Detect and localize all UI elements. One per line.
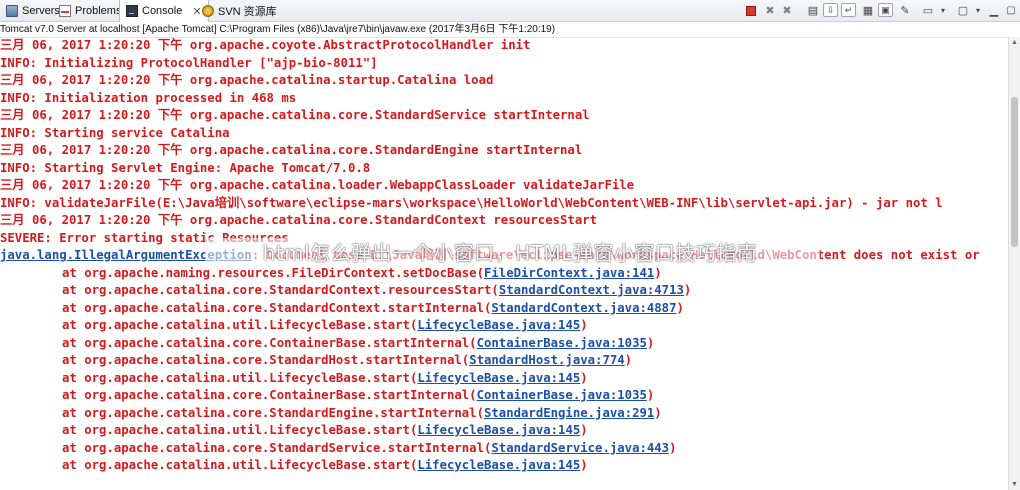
console-line: 三月 06, 2017 1:20:20 下午 org.apache.catali… xyxy=(0,108,590,122)
servers-icon xyxy=(6,4,18,17)
stack-frame: at org.apache.catalina.core.StandardCont… xyxy=(62,283,692,297)
clear-console-button[interactable]: ▤ xyxy=(805,3,821,18)
remove-all-icon: ✖ xyxy=(782,5,792,17)
minimize-button[interactable]: ▁ xyxy=(986,3,1002,18)
stop-icon xyxy=(746,5,756,16)
source-link[interactable]: StandardService.java:443 xyxy=(491,441,669,455)
stack-frame: at org.apache.catalina.core.ContainerBas… xyxy=(62,388,655,402)
scrollbar-thumb[interactable] xyxy=(1011,97,1018,247)
new-console-icon: ▢ xyxy=(957,5,969,17)
open-console-dropdown[interactable]: ▾ xyxy=(970,3,986,18)
word-wrap-button[interactable]: ↵ xyxy=(841,3,856,17)
tab-problems-label: Problems xyxy=(75,4,122,17)
console-stderr-icon: ▣ xyxy=(881,4,890,15)
stack-frame: at org.apache.catalina.util.LifecycleBas… xyxy=(62,423,588,437)
stack-frame-text: at org.apache.catalina.core.ContainerBas… xyxy=(62,335,477,350)
source-link[interactable]: LifecycleBase.java:145 xyxy=(417,371,580,385)
console-line: INFO: Starting service Catalina xyxy=(0,125,230,140)
tab-svn[interactable]: SVN 资源库 xyxy=(196,0,283,21)
stack-frame: at org.apache.catalina.util.LifecycleBas… xyxy=(62,370,588,385)
stack-frame: at org.apache.catalina.util.LifecycleBas… xyxy=(62,458,588,472)
console-description: Tomcat v7.0 Server at localhost [Apache … xyxy=(0,22,1020,38)
console-line: 三月 06, 2017 1:20:20 下午 org.apache.coyote… xyxy=(0,38,531,52)
source-link[interactable]: ContainerBase.java:1035 xyxy=(477,388,647,402)
remove-all-terminated-button[interactable]: ✖ xyxy=(779,3,795,18)
stack-frame: at org.apache.catalina.core.StandardCont… xyxy=(62,300,684,315)
tab-console-label: Console xyxy=(142,5,183,17)
remove-icon: ✖ xyxy=(765,5,775,17)
pin-icon: ✎ xyxy=(900,5,910,17)
svn-icon xyxy=(202,4,214,17)
stack-frame: at org.apache.catalina.core.StandardServ… xyxy=(62,440,677,455)
source-link[interactable]: LifecycleBase.java:145 xyxy=(417,423,580,437)
console-icon xyxy=(126,5,138,17)
console-view-toolbar: Servers Problems Console ✕ SVN 资源库 ✖ ✖ ▤… xyxy=(0,0,1020,22)
stack-frame-text: at org.apache.catalina.core.ContainerBas… xyxy=(62,388,477,402)
minimize-icon: ▁ xyxy=(989,5,999,17)
stack-frame-text: at org.apache.catalina.core.StandardHost… xyxy=(62,353,470,367)
console-line: 三月 06, 2017 1:20:20 下午 org.apache.catali… xyxy=(0,143,583,157)
stack-frame: at org.apache.catalina.core.StandardEngi… xyxy=(62,405,662,420)
clear-icon: ▤ xyxy=(807,5,819,17)
source-link[interactable]: LifecycleBase.java:145 xyxy=(417,318,580,332)
tab-problems[interactable]: Problems xyxy=(53,0,127,21)
pin-console-button[interactable]: ✎ xyxy=(897,3,913,18)
source-link[interactable]: LifecycleBase.java:145 xyxy=(417,458,580,472)
console-line: INFO: validateJarFile(E:\Java培训\software… xyxy=(0,195,943,210)
source-link[interactable]: StandardHost.java:774 xyxy=(469,353,624,367)
console-line: INFO: Initializing ProtocolHandler ["ajp… xyxy=(0,55,378,70)
problems-icon xyxy=(59,4,71,17)
show-on-stdout-button[interactable]: ▦ xyxy=(860,3,876,18)
chevron-down-icon: ▾ xyxy=(940,6,945,15)
stack-frame: at org.apache.catalina.core.ContainerBas… xyxy=(62,335,655,350)
maximize-icon: ▢ xyxy=(1006,5,1016,16)
console-line: 三月 06, 2017 1:20:20 下午 org.apache.catali… xyxy=(0,73,494,87)
show-on-stderr-button[interactable]: ▣ xyxy=(878,3,893,17)
console-line: INFO: Initialization processed in 468 ms xyxy=(0,90,297,105)
display-selected-console-button[interactable]: ▭ xyxy=(920,3,936,18)
console-scrollbar[interactable]: ▲ ▼ xyxy=(1008,37,1020,490)
stack-frame-text: at org.apache.catalina.core.StandardCont… xyxy=(62,283,499,297)
stack-frame-text: at org.apache.catalina.core.StandardCont… xyxy=(62,300,492,315)
console-line: INFO: Starting Servlet Engine: Apache To… xyxy=(0,160,371,175)
terminate-button[interactable] xyxy=(743,3,759,18)
scroll-lock-icon: ⇩ xyxy=(826,4,835,15)
source-link[interactable]: StandardEngine.java:291 xyxy=(484,406,654,420)
remove-launch-button[interactable]: ✖ xyxy=(762,3,778,18)
watermark-band xyxy=(205,238,820,268)
stack-frame: at org.apache.catalina.util.LifecycleBas… xyxy=(62,318,588,332)
monitor-icon: ▭ xyxy=(922,5,934,17)
stack-frame-text: at org.apache.catalina.util.LifecycleBas… xyxy=(62,318,418,332)
stack-frame-text: at org.apache.catalina.core.StandardEngi… xyxy=(62,405,484,420)
stack-frame-text: at org.apache.catalina.util.LifecycleBas… xyxy=(62,458,418,472)
chevron-down-icon: ▾ xyxy=(975,6,980,15)
source-link[interactable]: ContainerBase.java:1035 xyxy=(477,336,647,350)
display-console-dropdown[interactable]: ▾ xyxy=(935,3,951,18)
console-stdout-icon: ▦ xyxy=(862,5,874,17)
source-link[interactable]: StandardContext.java:4887 xyxy=(491,301,676,315)
source-link[interactable]: StandardContext.java:4713 xyxy=(499,283,684,297)
maximize-button[interactable]: ▢ xyxy=(1003,3,1019,18)
console-line: 三月 06, 2017 1:20:20 下午 org.apache.catali… xyxy=(0,213,598,227)
word-wrap-icon: ↵ xyxy=(844,4,853,15)
scroll-down-icon[interactable]: ▼ xyxy=(1009,479,1020,490)
tab-svn-label: SVN 资源库 xyxy=(218,5,277,18)
scroll-up-icon[interactable]: ▲ xyxy=(1009,37,1020,48)
stack-frame-text: at org.apache.catalina.util.LifecycleBas… xyxy=(62,370,418,385)
scroll-lock-button[interactable]: ⇩ xyxy=(823,3,838,17)
stack-frame: at org.apache.catalina.core.StandardHost… xyxy=(62,353,633,367)
stack-frame-text: at org.apache.catalina.util.LifecycleBas… xyxy=(62,423,418,437)
stack-frame-text: at org.apache.catalina.core.StandardServ… xyxy=(62,440,492,455)
open-console-button[interactable]: ▢ xyxy=(955,3,971,18)
console-line: 三月 06, 2017 1:20:20 下午 org.apache.catali… xyxy=(0,178,635,192)
